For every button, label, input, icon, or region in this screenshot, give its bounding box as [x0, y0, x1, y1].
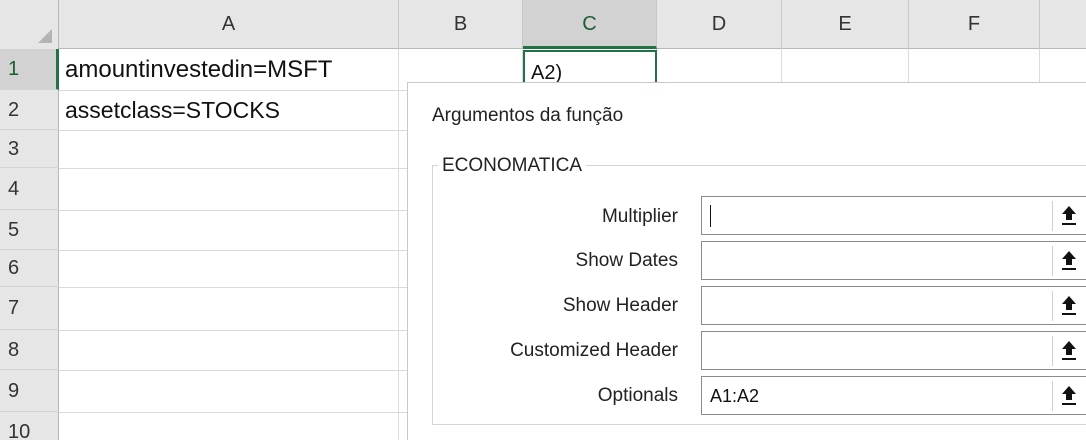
collapse-arrow-icon [1061, 386, 1077, 406]
column-header-e[interactable]: E [782, 0, 909, 49]
column-header-a[interactable]: A [59, 0, 399, 49]
group-label: ECONOMATICA [438, 155, 587, 177]
customized-header-collapse-button[interactable] [1052, 336, 1084, 366]
column-header-d[interactable]: D [657, 0, 782, 49]
customized-header-label: Customized Header [510, 340, 678, 361]
row-header-2[interactable]: 2 [0, 90, 59, 130]
collapse-arrow-icon [1061, 341, 1077, 361]
row-header-7[interactable]: 7 [0, 287, 59, 330]
column-header-c[interactable]: C [523, 0, 657, 49]
show-dates-label: Show Dates [575, 250, 678, 271]
collapse-arrow-icon [1061, 296, 1077, 316]
row-header-6[interactable]: 6 [0, 250, 59, 287]
column-gridline [398, 49, 399, 440]
select-all-triangle-icon [38, 29, 52, 43]
column-header-row: A B C D E F [0, 0, 1086, 49]
show-dates-field[interactable] [701, 241, 1086, 280]
row-header-5[interactable]: 5 [0, 210, 59, 250]
dialog-title: Argumentos da função [432, 105, 624, 126]
multiplier-field[interactable] [701, 196, 1086, 235]
select-all-corner[interactable] [0, 0, 59, 49]
collapse-arrow-icon [1061, 206, 1077, 226]
row-header-10[interactable]: 10 [0, 412, 59, 440]
multiplier-label: Multiplier [601, 206, 678, 227]
column-header-f[interactable]: F [909, 0, 1040, 49]
optionals-value: A1:A2 [710, 386, 760, 406]
row-header-9[interactable]: 9 [0, 370, 59, 412]
row-header-4[interactable]: 4 [0, 168, 59, 210]
optionals-collapse-button[interactable] [1052, 381, 1084, 411]
column-header-g[interactable] [1040, 0, 1086, 49]
optionals-field[interactable]: A1:A2 [701, 376, 1086, 415]
column-header-b[interactable]: B [399, 0, 523, 49]
row-header-3[interactable]: 3 [0, 130, 59, 168]
show-header-label: Show Header [562, 295, 678, 316]
cell-a2[interactable]: assetclass=STOCKS [65, 97, 280, 124]
collapse-arrow-icon [1061, 251, 1077, 271]
function-arguments-dialog: Argumentos da função ECONOMATICA Multipl… [407, 82, 1086, 440]
multiplier-collapse-button[interactable] [1052, 201, 1084, 231]
row-header-1[interactable]: 1 [0, 49, 59, 90]
text-caret [710, 205, 711, 227]
show-header-collapse-button[interactable] [1052, 291, 1084, 321]
show-dates-collapse-button[interactable] [1052, 246, 1084, 276]
customized-header-field[interactable] [701, 331, 1086, 370]
show-header-field[interactable] [701, 286, 1086, 325]
optionals-label: Optionals [597, 385, 678, 406]
row-header-8[interactable]: 8 [0, 330, 59, 370]
cell-a1[interactable]: amountinvestedin=MSFT [65, 56, 332, 84]
